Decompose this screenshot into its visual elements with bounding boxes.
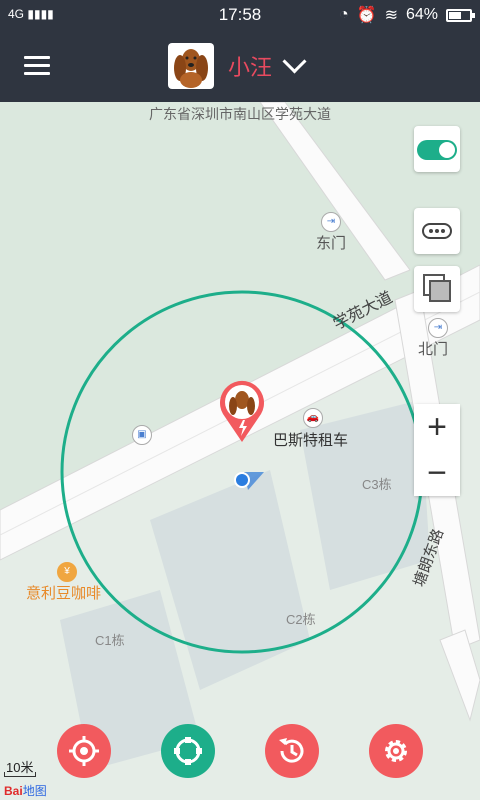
zoom-in-button[interactable]: + (414, 404, 460, 450)
poi-bus-company[interactable]: 巴斯特租车 (273, 429, 348, 450)
zoom-out-button[interactable]: − (414, 450, 460, 496)
battery-fill (449, 11, 461, 19)
car-icon: 🚗 (303, 408, 323, 428)
battery-icon (446, 8, 475, 22)
alarm-icon: ⏰ (356, 7, 377, 24)
pet-avatar (168, 43, 214, 89)
my-location-icon (234, 472, 264, 490)
layers-icon (423, 274, 451, 302)
top-navbar: 小汪 (0, 30, 480, 102)
geofence-toggle[interactable] (414, 126, 460, 172)
map-canvas (0, 102, 480, 770)
poi-dongmen[interactable]: 东门 (316, 232, 346, 253)
zoom-control: + − (414, 404, 460, 496)
status-right: ◔ ⏰ ≋ 64% (338, 5, 475, 25)
pet-location-marker[interactable] (215, 380, 269, 444)
vibrate-icon: ◔ (338, 6, 349, 23)
map-view[interactable]: 广东省深圳市南山区学苑大道 ⇥ 东门 ⇥ 北门 学苑大道 塘朗东路 🚗 巴斯特租… (0, 102, 480, 800)
logo-text: Bai (4, 784, 23, 798)
building-c1: C1栋 (95, 633, 125, 648)
history-button[interactable] (265, 724, 319, 778)
poi-beimen[interactable]: 北门 (418, 338, 448, 359)
logo-sub: 地图 (22, 784, 47, 798)
building-c2: C2栋 (286, 612, 316, 627)
history-icon (279, 738, 304, 763)
cafe-icon: ¥ (57, 562, 77, 582)
locate-button[interactable] (57, 724, 111, 778)
fence-icon (174, 737, 202, 765)
status-bar: 4G ▮▮▮▮ 17:58 ◔ ⏰ ≋ 64% (0, 0, 480, 30)
gear-icon (385, 740, 407, 762)
pet-name: 小汪 (228, 55, 273, 80)
gate-icon: ⇥ (428, 318, 448, 338)
settings-button[interactable] (369, 724, 423, 778)
map-scale-bar (4, 772, 36, 777)
dog-avatar-icon (174, 49, 208, 88)
traffic-button[interactable] (414, 208, 460, 254)
geofence-button[interactable] (161, 724, 215, 778)
map-layer-button[interactable] (414, 266, 460, 312)
address-label: 广东省深圳市南山区学苑大道 (149, 106, 331, 122)
target-icon (69, 736, 99, 766)
pet-selector[interactable]: 小汪 (168, 42, 307, 90)
battery-percent: 64% (405, 6, 438, 23)
gate-icon: ⇥ (321, 212, 341, 232)
chevron-down-icon (282, 48, 307, 74)
bus-stop-icon: ▣ (132, 425, 152, 445)
wifi-icon: ≋ (384, 7, 398, 24)
more-icon (422, 223, 452, 239)
toggle-switch-icon (417, 140, 457, 160)
poi-cafe[interactable]: 意利豆咖啡 (26, 582, 101, 603)
baidu-map-logo: Bai地图 (4, 782, 47, 799)
building-c3: C3栋 (362, 477, 392, 492)
menu-icon[interactable] (24, 56, 50, 76)
